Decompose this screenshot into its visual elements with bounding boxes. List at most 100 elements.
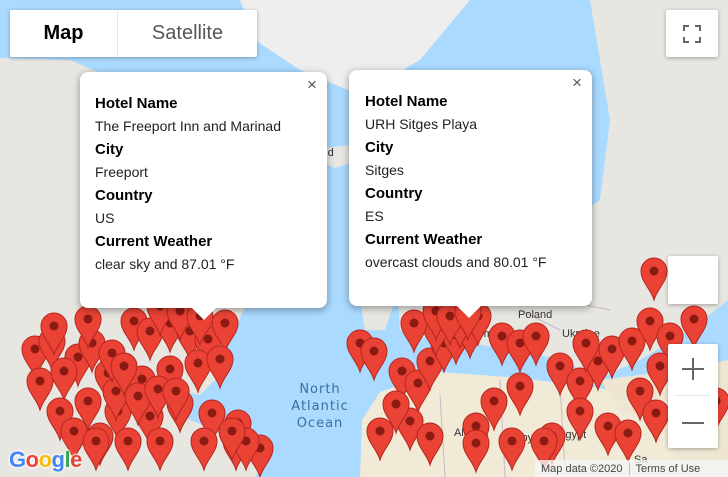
marker-dot — [575, 406, 585, 416]
marker-dot — [145, 411, 155, 421]
hotel-name-label: Hotel Name — [95, 95, 178, 112]
hotel-name-label: Hotel Name — [365, 93, 448, 110]
marker-dot — [375, 426, 385, 436]
google-logo: Google — [9, 447, 82, 472]
marker-dot — [193, 358, 203, 368]
marker-dot — [145, 326, 155, 336]
marker-dot — [119, 361, 129, 371]
info-window-freeport: × Hotel Name The Freeport Inn and Marina… — [80, 72, 327, 320]
close-icon[interactable]: × — [568, 73, 586, 92]
marker-dot — [207, 408, 217, 418]
close-icon[interactable]: × — [303, 75, 321, 94]
marker-dot — [665, 331, 675, 341]
marker-dot — [133, 391, 143, 401]
marker-dot — [689, 314, 699, 324]
weather-value: clear sky and 87.01 °F — [95, 256, 235, 272]
ocean-label: Atlantic — [291, 399, 348, 414]
marker-dot — [83, 396, 93, 406]
marker-dot — [575, 376, 585, 386]
marker-dot — [91, 436, 101, 446]
marker-dot — [165, 364, 175, 374]
marker-dot — [153, 384, 163, 394]
marker-dot — [30, 344, 40, 354]
marker-dot — [199, 436, 209, 446]
city-value: Sitges — [365, 162, 404, 178]
country-label: Country — [95, 187, 153, 204]
city-value: Freeport — [95, 164, 148, 180]
weather-label: Current Weather — [365, 231, 483, 248]
hotel-name-value: URH Sitges Playa — [365, 116, 478, 132]
city-label: City — [365, 139, 394, 156]
marker-dot — [55, 406, 65, 416]
marker-dot — [645, 316, 655, 326]
marker-dot — [123, 436, 133, 446]
marker-dot — [471, 438, 481, 448]
map-canvas[interactable]: land Poland rmany Ukraine Algeria Libya … — [0, 0, 728, 477]
marker-dot — [581, 338, 591, 348]
country-label: Country — [365, 185, 423, 202]
info-window-sitges: × Hotel Name URH Sitges Playa City Sitge… — [349, 70, 592, 318]
marker-dot — [531, 331, 541, 341]
marker-dot — [471, 421, 481, 431]
marker-dot — [69, 426, 79, 436]
marker-dot — [603, 421, 613, 431]
minus-icon — [682, 422, 704, 424]
zoom-divider — [676, 395, 710, 396]
marker-dot — [413, 378, 423, 388]
terms-of-use-link[interactable]: Terms of Use — [628, 462, 707, 475]
zoom-in-button[interactable] — [668, 344, 718, 394]
marker-dot — [220, 318, 230, 328]
marker-dot — [391, 399, 401, 409]
marker-dot — [35, 376, 45, 386]
hotel-name-value: The Freeport Inn and Marinad — [95, 118, 281, 134]
marker-dot — [425, 431, 435, 441]
marker-dot — [445, 311, 455, 321]
map-type-control: Map Satellite — [10, 10, 257, 57]
marker-dot — [539, 436, 549, 446]
marker-dot — [655, 361, 665, 371]
marker-dot — [649, 266, 659, 276]
ocean-label: North — [299, 382, 340, 397]
map-type-satellite-button[interactable]: Satellite — [118, 10, 257, 57]
marker-dot — [155, 436, 165, 446]
ocean-label: Ocean — [297, 416, 344, 431]
city-label: City — [95, 141, 124, 158]
zoom-control — [668, 344, 718, 448]
marker-dot — [651, 408, 661, 418]
marker-dot — [555, 361, 565, 371]
marker-dot — [623, 428, 633, 438]
map-data-text: Map data ©2020 — [541, 462, 623, 475]
marker-dot — [425, 356, 435, 366]
marker-dot — [171, 386, 181, 396]
marker-dot — [635, 386, 645, 396]
country-value: US — [95, 210, 115, 226]
marker-dot — [203, 334, 213, 344]
weather-label: Current Weather — [95, 233, 213, 250]
marker-dot — [129, 316, 139, 326]
map-type-map-button[interactable]: Map — [10, 10, 118, 57]
marker-dot — [607, 344, 617, 354]
marker-dot — [397, 366, 407, 376]
marker-dot — [49, 321, 59, 331]
marker-dot — [409, 318, 419, 328]
place-label: Poland — [518, 309, 552, 321]
marker-dot — [497, 331, 507, 341]
marker-dot — [227, 426, 237, 436]
zoom-out-button[interactable] — [668, 398, 718, 448]
marker-dot — [507, 436, 517, 446]
weather-value: overcast clouds and 80.01 °F — [365, 254, 547, 270]
marker-dot — [215, 354, 225, 364]
marker-dot — [59, 366, 69, 376]
marker-dot — [83, 314, 93, 324]
attribution-bar: Map data ©2020 Terms of Use — [535, 460, 728, 477]
street-view-button[interactable] — [668, 256, 718, 304]
pegman-icon — [668, 256, 718, 304]
marker-dot — [137, 374, 147, 384]
marker-dot — [405, 416, 415, 426]
marker-dot — [73, 352, 83, 362]
marker-dot — [111, 386, 121, 396]
fullscreen-button[interactable] — [666, 10, 718, 57]
fullscreen-icon — [683, 24, 701, 43]
marker-dot — [627, 336, 637, 346]
plus-icon — [682, 358, 704, 380]
